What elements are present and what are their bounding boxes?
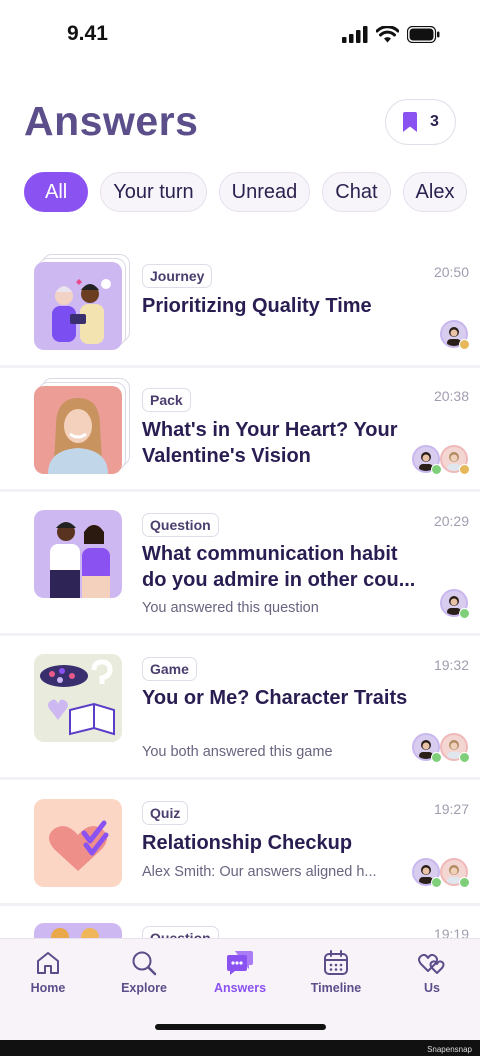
participant-avatars: [412, 445, 470, 475]
tab-answers[interactable]: Answers: [200, 949, 280, 995]
list-item[interactable]: Journey Prioritizing Quality Time 20:50: [0, 244, 480, 368]
status-icons: [342, 26, 440, 43]
tab-label: Home: [30, 981, 66, 995]
item-tag: Pack: [142, 388, 191, 412]
bookmark-count: 3: [430, 113, 439, 130]
item-tag: Quiz: [142, 801, 189, 825]
tab-label: Explore: [121, 981, 167, 995]
status-time: 9.41: [67, 22, 108, 45]
clock-icon: [459, 339, 470, 350]
chip-alex[interactable]: Alex: [402, 172, 468, 212]
answers-list: Journey Prioritizing Quality Time 20:50: [0, 244, 480, 940]
journey-thumbnail: [34, 262, 122, 350]
participant-avatars: [440, 589, 470, 619]
item-subtitle: Alex Smith: Our answers aligned h...: [142, 864, 377, 880]
check-icon: [459, 752, 470, 763]
tab-timeline[interactable]: Timeline: [296, 949, 376, 995]
pack-thumbnail: [34, 386, 122, 474]
item-tag: Question: [142, 513, 219, 537]
quiz-thumbnail: [34, 799, 122, 887]
tab-label: Timeline: [310, 981, 362, 995]
list-item[interactable]: Pack What's in Your Heart? Your Valentin…: [0, 368, 480, 492]
item-tag: Journey: [142, 264, 213, 288]
check-icon: [459, 608, 470, 619]
list-item[interactable]: Quiz Relationship Checkup Alex Smith: Ou…: [0, 780, 480, 906]
item-title: Prioritizing Quality Time: [142, 295, 372, 317]
page-title: Answers: [24, 98, 199, 144]
tab-us[interactable]: Us: [392, 949, 472, 995]
item-title: Relationship Checkup: [142, 832, 353, 854]
battery-icon: [407, 26, 440, 43]
clock-icon: [459, 464, 470, 475]
watermark: Snapensnap: [427, 1045, 472, 1054]
bottom-strip: [0, 1040, 480, 1056]
status-bar: 9.41: [0, 0, 480, 70]
home-indicator: [155, 1024, 326, 1030]
hearts-icon: [418, 953, 445, 974]
item-time: 20:50: [433, 264, 469, 280]
item-time: 20:29: [433, 513, 469, 529]
saved-bookmarks-button[interactable]: 3: [385, 99, 456, 145]
item-time: 19:27: [433, 801, 469, 817]
chip-chat[interactable]: Chat: [322, 172, 391, 212]
tab-explore[interactable]: Explore: [104, 949, 184, 995]
tab-label: Us: [424, 981, 440, 995]
calendar-icon: [324, 950, 348, 975]
item-title: You or Me? Character Traits: [142, 687, 408, 709]
tab-label: Answers: [213, 981, 267, 995]
participant-avatars: [412, 858, 470, 888]
chip-unread[interactable]: Unread: [218, 172, 311, 212]
item-title: What's in Your Heart? Your Valentine's V…: [142, 419, 398, 467]
question-thumbnail: [34, 510, 122, 598]
list-item[interactable]: Question 19:19: [0, 906, 480, 940]
item-time: 20:38: [433, 388, 469, 404]
home-icon: [37, 952, 59, 974]
item-subtitle: You both answered this game: [142, 744, 333, 760]
item-time: 19:32: [433, 657, 469, 673]
bookmark-icon: [403, 111, 418, 132]
tab-home[interactable]: Home: [8, 949, 88, 995]
participant-avatars: [440, 320, 470, 350]
signal-icon: [342, 26, 368, 43]
chip-your-turn[interactable]: Your turn: [100, 172, 207, 212]
answers-icon: [227, 951, 253, 975]
filter-chips: All Your turn Unread Chat Alex: [24, 172, 480, 214]
list-item[interactable]: Game You or Me? Character Traits You bot…: [0, 636, 480, 780]
wifi-icon: [376, 26, 399, 43]
participant-avatars: [412, 733, 470, 763]
item-subtitle: You answered this question: [142, 600, 319, 616]
list-item[interactable]: Question What communication habit do you…: [0, 492, 480, 636]
explore-icon: [132, 951, 157, 976]
check-icon: [459, 877, 470, 888]
item-tag: Game: [142, 657, 197, 681]
item-title: What communication habit do you admire i…: [142, 543, 416, 591]
chip-all[interactable]: All: [24, 172, 89, 212]
game-thumbnail: [34, 654, 122, 742]
